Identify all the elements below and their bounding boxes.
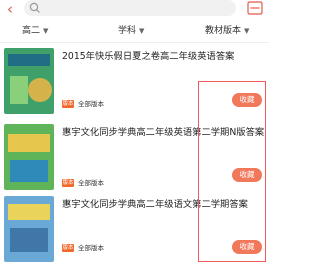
filter-bar: 高二 ▼ 学科 ▼ 教材版本 ▼ <box>0 20 269 43</box>
chevron-down-icon: ▼ <box>244 27 250 35</box>
filter-grade[interactable]: 高二 ▼ <box>22 24 48 38</box>
chevron-down-icon: ▼ <box>43 27 49 35</box>
filter-grade-label: 高二 <box>22 26 41 36</box>
book-title[interactable]: 2015年快乐假日夏之卷高二年级英语答案 <box>62 50 267 63</box>
edition-label: 全部版本 <box>78 244 104 252</box>
top-bar: ‹ <box>0 0 269 20</box>
filter-edition[interactable]: 教材版本 ▼ <box>205 24 249 38</box>
chevron-down-icon: ▼ <box>139 27 145 35</box>
filter-subject-label: 学科 <box>118 26 137 36</box>
edition-badge: 版本 <box>62 100 74 108</box>
highlight-frame <box>198 81 266 262</box>
search-icon <box>29 2 40 13</box>
filter-edition-label: 教材版本 <box>205 26 242 36</box>
edition-badge: 版本 <box>62 244 74 252</box>
filter-subject[interactable]: 学科 ▼ <box>118 24 144 38</box>
book-cover-image <box>4 48 54 114</box>
back-icon[interactable]: ‹ <box>3 1 17 17</box>
book-cover-image <box>4 124 54 190</box>
edition-label: 全部版本 <box>78 179 104 187</box>
edition-badge: 版本 <box>62 179 74 187</box>
search-input[interactable] <box>24 0 236 16</box>
scan-icon[interactable] <box>247 1 263 15</box>
book-cover-image <box>4 196 54 262</box>
edition-label: 全部版本 <box>78 100 104 108</box>
